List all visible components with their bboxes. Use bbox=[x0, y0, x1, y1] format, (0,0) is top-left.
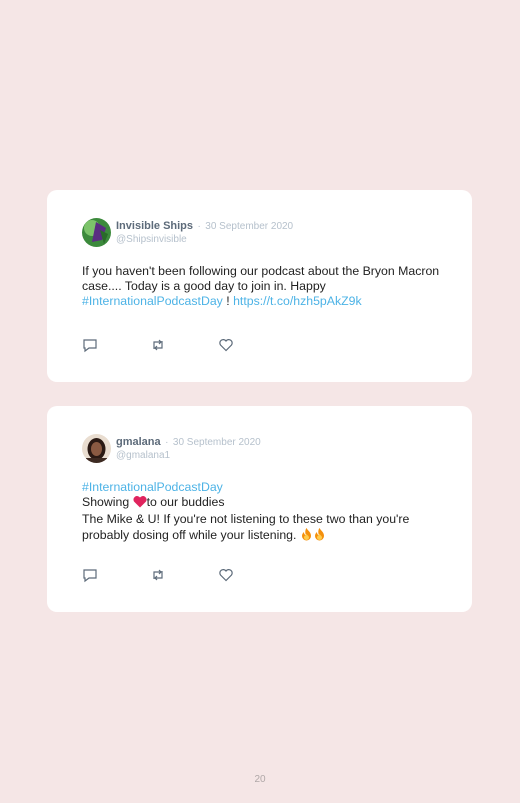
hashtag-link[interactable]: #InternationalPodcastDay bbox=[82, 294, 223, 308]
tweet-card: gmalana · 30 September 2020 @gmalana1 #I… bbox=[47, 406, 472, 612]
tweet-punctuation: ! bbox=[226, 294, 230, 308]
fire-emoji bbox=[300, 527, 313, 545]
tweet-date[interactable]: 30 September 2020 bbox=[173, 437, 261, 448]
tweet-header: gmalana · 30 September 2020 @gmalana1 bbox=[116, 434, 261, 462]
url-link[interactable]: https://t.co/hzh5pAkZ9k bbox=[233, 294, 362, 308]
fire-emoji bbox=[313, 527, 326, 545]
avatar[interactable] bbox=[82, 434, 111, 463]
tweet-body: The Mike & U! If you're not listening to… bbox=[82, 512, 410, 542]
like-icon[interactable] bbox=[218, 337, 286, 353]
separator: · bbox=[165, 437, 169, 448]
tweet-body: Showing bbox=[82, 495, 130, 509]
tweet-body: If you haven't been following our podcas… bbox=[82, 264, 440, 293]
reply-icon[interactable] bbox=[82, 567, 150, 583]
tweet-text: #InternationalPodcastDay Showing to our … bbox=[82, 480, 442, 545]
tweet-card: Invisible Ships · 30 September 2020 @Shi… bbox=[47, 190, 472, 382]
hashtag-link[interactable]: #InternationalPodcastDay bbox=[82, 480, 442, 495]
author-name[interactable]: Invisible Ships bbox=[116, 220, 193, 232]
tweet-line: The Mike & U! If you're not listening to… bbox=[82, 512, 442, 545]
tweet-text: If you haven't been following our podcas… bbox=[82, 264, 442, 309]
heart-emoji bbox=[133, 495, 147, 512]
separator: · bbox=[197, 221, 201, 232]
tweet-actions bbox=[82, 337, 286, 353]
tweet-header: Invisible Ships · 30 September 2020 @Shi… bbox=[116, 218, 293, 246]
tweet-date[interactable]: 30 September 2020 bbox=[205, 221, 293, 232]
reply-icon[interactable] bbox=[82, 337, 150, 353]
author-name[interactable]: gmalana bbox=[116, 436, 161, 448]
tweet-line: Showing to our buddies bbox=[82, 495, 442, 512]
retweet-icon[interactable] bbox=[150, 337, 218, 353]
tweet-body: to our buddies bbox=[146, 495, 225, 509]
retweet-icon[interactable] bbox=[150, 567, 218, 583]
author-handle[interactable]: @gmalana1 bbox=[116, 449, 261, 462]
page-number: 20 bbox=[254, 774, 266, 785]
author-handle[interactable]: @Shipsinvisible bbox=[116, 233, 293, 246]
tweet-actions bbox=[82, 567, 286, 583]
avatar[interactable] bbox=[82, 218, 111, 247]
like-icon[interactable] bbox=[218, 567, 286, 583]
